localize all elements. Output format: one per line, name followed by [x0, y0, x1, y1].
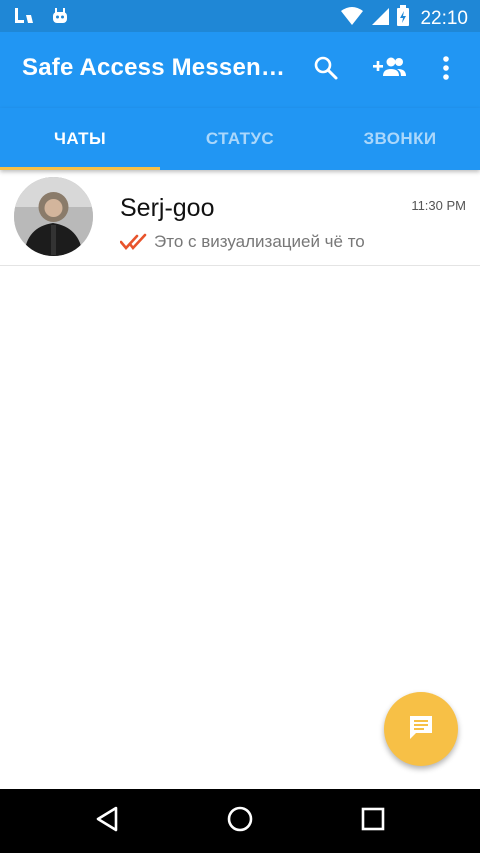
chat-name: Serj-goo [120, 194, 215, 222]
message-icon [407, 713, 435, 746]
tab-calls[interactable]: ЗВОНКИ [320, 108, 480, 170]
recents-icon [360, 806, 386, 837]
notification-app-icon [14, 6, 36, 31]
app-bar-actions [306, 52, 466, 88]
tab-chats-label: ЧАТЫ [53, 129, 106, 148]
tab-calls-label: ЗВОНКИ [363, 129, 437, 148]
back-button[interactable] [87, 803, 127, 839]
tab-chats[interactable]: ЧАТЫ [0, 108, 160, 170]
signal-icon [370, 6, 390, 31]
search-icon [313, 55, 339, 86]
back-icon [94, 805, 120, 838]
more-options-button[interactable] [426, 52, 466, 88]
wifi-icon [340, 6, 364, 31]
double-check-icon [119, 233, 152, 251]
status-bar-right: 22:10 [340, 5, 468, 32]
tab-status[interactable]: СТАТУС [160, 108, 320, 170]
app-title: Safe Access Messenger [22, 54, 292, 81]
chat-list: Serj-goo 11:30 PM Это с визуализацией чё… [0, 170, 480, 266]
app-bar: Safe Access Messenger [0, 32, 480, 108]
add-contact-icon [373, 56, 407, 85]
home-button[interactable] [220, 803, 260, 839]
navigation-bar [0, 789, 480, 853]
android-debug-icon [50, 6, 70, 31]
add-contact-button[interactable] [370, 52, 410, 88]
status-time: 22:10 [420, 7, 468, 29]
more-vert-icon [442, 55, 450, 86]
battery-charging-icon [396, 5, 410, 32]
new-message-button[interactable] [384, 692, 458, 766]
recents-button[interactable] [353, 803, 393, 839]
tab-status-label: СТАТУС [205, 129, 275, 148]
avatar[interactable] [14, 177, 93, 256]
tab-bar: ЧАТЫ СТАТУС ЗВОНКИ [0, 108, 480, 170]
chat-time: 11:30 PM [411, 198, 466, 213]
status-bar: 22:10 [0, 0, 480, 32]
chat-list-item[interactable]: Serj-goo 11:30 PM Это с визуализацией чё… [0, 170, 480, 266]
status-bar-left [14, 6, 70, 31]
home-icon [226, 805, 254, 838]
chat-preview-row: Это с визуализацией чё то [119, 232, 365, 252]
chat-preview: Это с визуализацией чё то [154, 232, 365, 251]
search-button[interactable] [306, 52, 346, 88]
